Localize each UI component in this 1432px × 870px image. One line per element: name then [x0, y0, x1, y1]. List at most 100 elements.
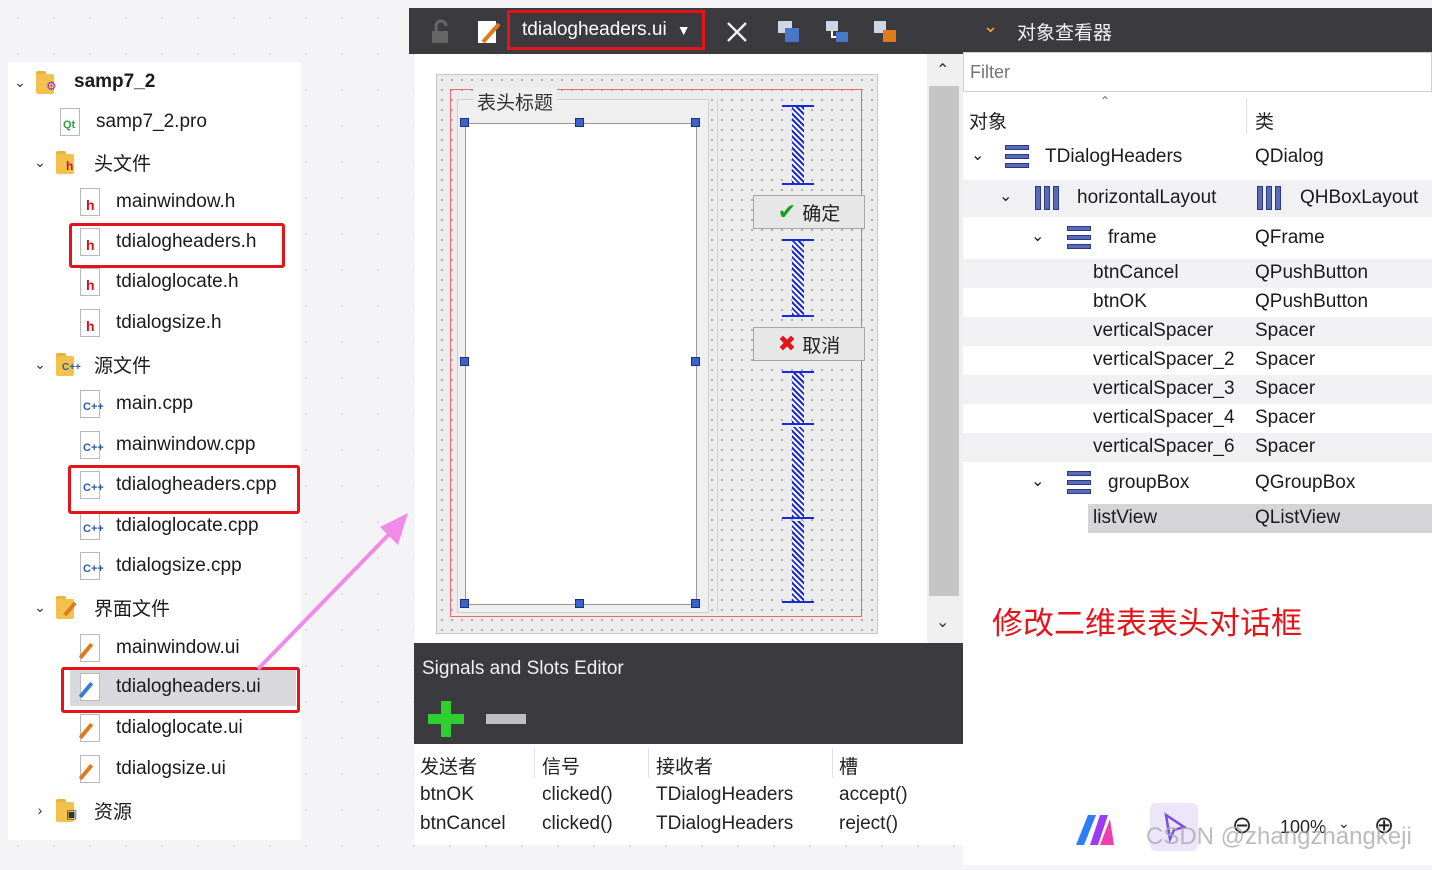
object-class: QHBoxLayout	[1300, 187, 1419, 208]
lock-icon[interactable]	[427, 18, 455, 46]
tree-item-file[interactable]: tdialogsize.ui	[78, 749, 226, 789]
tree-item-pro[interactable]: Qt samp7_2.pro	[58, 102, 207, 142]
chevron-down-icon[interactable]: ⌄	[983, 16, 998, 37]
tree-row[interactable]: verticalSpacer_4 Spacer	[963, 404, 1432, 433]
edit-icon[interactable]	[475, 18, 503, 46]
column-header[interactable]: 发送者	[420, 752, 477, 779]
tree-item-file[interactable]: C++ mainwindow.cpp	[78, 425, 255, 465]
tree-item-file[interactable]: C++ tdialogsize.cpp	[78, 546, 242, 586]
column-header-object[interactable]: 对象	[969, 107, 1007, 134]
hbox-layout-icon	[1257, 186, 1285, 210]
vertical-spacer[interactable]	[782, 105, 814, 185]
inspector-filter[interactable]	[963, 52, 1432, 92]
tree-item-file[interactable]: h tdialoglocate.h	[78, 262, 239, 302]
selection-handle[interactable]	[460, 599, 469, 608]
resource-folder-icon: ▣	[56, 798, 82, 822]
scroll-up-icon[interactable]: ⌃	[936, 60, 949, 80]
vertical-spacer[interactable]	[782, 239, 814, 317]
object-name: verticalSpacer_6	[1093, 436, 1235, 457]
tree-row[interactable]: ⌄ horizontalLayout QHBoxLayout	[963, 180, 1432, 217]
signal-cell: clicked()	[542, 813, 613, 834]
chevron-right-icon[interactable]: ›	[30, 800, 50, 820]
tree-row[interactable]: verticalSpacer_3 Spacer	[963, 375, 1432, 404]
tree-row[interactable]: ⌄ groupBox QGroupBox	[963, 467, 1432, 499]
object-class: QGroupBox	[1255, 472, 1356, 493]
open-file-selector[interactable]: tdialogheaders.ui ▼	[507, 10, 705, 50]
chevron-down-icon[interactable]: ⌄	[30, 354, 50, 374]
cpp-file-icon: C++	[78, 390, 104, 418]
scroll-down-icon[interactable]: ⌄	[936, 612, 949, 632]
tree-item-file[interactable]: h tdialogsize.h	[78, 303, 222, 343]
ok-button[interactable]: ✔ 确定	[753, 195, 865, 229]
column-header[interactable]: 槽	[839, 752, 858, 779]
column-divider	[648, 748, 649, 778]
widget-editing-icon[interactable]	[775, 18, 803, 46]
app-logo-button[interactable]	[1060, 797, 1128, 865]
object-class: QPushButton	[1255, 262, 1369, 283]
tree-item-label: 源文件	[94, 355, 152, 377]
chevron-down-icon[interactable]: ⌄	[1031, 226, 1044, 246]
canvas-scrollbar[interactable]: ⌃ ⌄	[927, 54, 963, 643]
tree-row[interactable]: ⌄ frame QFrame	[963, 224, 1432, 253]
dialog-form[interactable]: 表头标题 ✔ 确定 ✖ 取消	[436, 74, 878, 634]
chevron-down-icon[interactable]: ⌄	[971, 145, 984, 165]
header-file-icon: h	[78, 188, 100, 216]
chevron-down-icon[interactable]: ⌄	[1031, 471, 1044, 491]
dropdown-arrow-icon[interactable]: ▼	[677, 22, 691, 38]
column-divider	[534, 748, 535, 778]
tree-item-file[interactable]: mainwindow.ui	[78, 628, 240, 668]
vertical-spacer[interactable]	[782, 521, 814, 603]
header-file-icon: h	[78, 309, 100, 337]
tree-item-label: mainwindow.h	[116, 191, 236, 212]
selection-handle[interactable]	[691, 118, 700, 127]
tree-row[interactable]: verticalSpacer_6 Spacer	[963, 433, 1432, 462]
object-class: Spacer	[1255, 349, 1316, 370]
column-header[interactable]: 接收者	[656, 752, 713, 779]
column-header-class[interactable]: 类	[1255, 107, 1274, 134]
tree-item-file[interactable]: h mainwindow.h	[78, 182, 235, 222]
cancel-button[interactable]: ✖ 取消	[753, 327, 865, 361]
object-name: verticalSpacer_4	[1093, 407, 1235, 428]
close-icon[interactable]	[723, 18, 751, 46]
selection-handle[interactable]	[691, 357, 700, 366]
app-logo-icon	[1076, 815, 1114, 845]
chevron-down-icon[interactable]: ⌄	[10, 72, 30, 92]
tree-row[interactable]: verticalSpacer Spacer	[963, 317, 1432, 346]
tree-row[interactable]: btnOK QPushButton	[963, 288, 1432, 317]
tree-row[interactable]: ⌄ TDialogHeaders QDialog	[963, 143, 1432, 172]
tree-item-file[interactable]: tdialoglocate.ui	[78, 708, 243, 748]
tree-item-file[interactable]: C++ main.cpp	[78, 384, 193, 424]
filter-input[interactable]	[964, 53, 1412, 91]
signal-slot-icon[interactable]	[823, 18, 851, 46]
chevron-down-icon[interactable]: ⌄	[30, 152, 50, 172]
column-header[interactable]: 信号	[542, 752, 580, 779]
tree-folder-forms[interactable]: ⌄ 界面文件	[30, 587, 170, 627]
add-connection-icon[interactable]	[426, 699, 466, 739]
tree-root[interactable]: ⌄ ⚙ samp7_2	[10, 62, 155, 102]
project-folder-icon: ⚙	[36, 70, 62, 94]
tree-folder-headers[interactable]: ⌄ h 头文件	[30, 142, 151, 182]
chevron-down-icon[interactable]: ⌄	[30, 597, 50, 617]
buddy-editing-icon[interactable]	[871, 18, 899, 46]
selection-handle[interactable]	[575, 118, 584, 127]
tree-folder-sources[interactable]: ⌄ C++ 源文件	[30, 344, 151, 384]
list-view[interactable]	[465, 123, 697, 605]
object-name: btnOK	[1093, 291, 1147, 312]
tree-row[interactable]: btnCancel QPushButton	[963, 259, 1432, 288]
tree-row-selected[interactable]: listView QListView	[1088, 504, 1432, 533]
tree-folder-resources[interactable]: › ▣ 资源	[30, 790, 132, 830]
object-inspector-tree: 对象 ⌃ 类 ⌄ TDialogHeaders QDialog ⌄ horizo…	[963, 92, 1432, 865]
selection-handle[interactable]	[575, 599, 584, 608]
vertical-spacer[interactable]	[782, 427, 814, 519]
selection-handle[interactable]	[460, 357, 469, 366]
remove-connection-icon[interactable]	[486, 713, 526, 725]
chevron-down-icon[interactable]: ⌄	[999, 186, 1012, 206]
frame-border	[717, 99, 718, 611]
selection-handle[interactable]	[691, 599, 700, 608]
scrollbar-thumb[interactable]	[929, 86, 959, 596]
highlight-box	[69, 223, 285, 268]
vertical-spacer[interactable]	[782, 371, 814, 425]
tree-row[interactable]: verticalSpacer_2 Spacer	[963, 346, 1432, 375]
object-class: Spacer	[1255, 378, 1316, 399]
selection-handle[interactable]	[460, 118, 469, 127]
